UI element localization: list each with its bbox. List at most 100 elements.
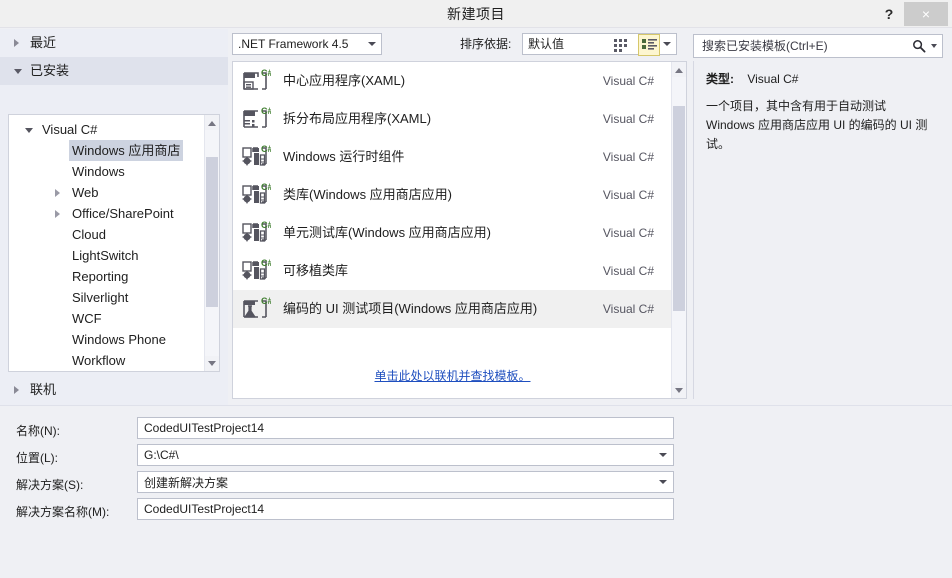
template-language: Visual C# [602, 150, 654, 164]
template-list-item[interactable]: C# 中心应用程序(XAML) Visual C# [233, 62, 672, 100]
chevron-down-icon [663, 42, 671, 46]
template-language: Visual C# [602, 226, 654, 240]
sidebar-item-web[interactable]: Web [9, 182, 205, 203]
template-name: 单元测试库(Windows 应用商店应用) [283, 225, 492, 240]
template-name: 类库(Windows 应用商店应用) [283, 187, 453, 202]
sidebar-item-label: LightSwitch [72, 248, 139, 263]
small-icons-view-icon[interactable] [610, 34, 632, 56]
sidebar-item-silverlight[interactable]: Silverlight [9, 287, 205, 308]
chevron-down-icon[interactable] [931, 44, 937, 48]
svg-text:C#: C# [261, 220, 271, 230]
sidebar-item-label: Web [72, 185, 99, 200]
search-input[interactable] [700, 35, 910, 57]
template-name: 可移植类库 [283, 263, 349, 278]
template-name: 中心应用程序(XAML) [283, 73, 406, 88]
sidebar-item-label: Cloud [72, 227, 106, 242]
title-bar: 新建项目 ? × [0, 0, 952, 28]
template-language: Visual C# [602, 112, 654, 126]
template-list-item[interactable]: C# Windows 运行时组件 Visual C# [233, 138, 672, 176]
category-tree: Visual C# Windows 应用商店 Windows Web Office/Sh… [8, 114, 220, 372]
template-list-item[interactable]: C# 拆分布局应用程序(XAML) Visual C# [233, 100, 672, 138]
template-list-item[interactable]: C# 单元测试库(Windows 应用商店应用) Visual C# [233, 214, 672, 252]
list-view-icon[interactable] [638, 34, 660, 56]
template-language: Visual C# [602, 302, 654, 316]
component-icon: C# [241, 181, 273, 209]
template-type-value: Visual C# [747, 72, 799, 86]
search-icon [912, 39, 926, 53]
template-list-item[interactable]: C# 类库(Windows 应用商店应用) Visual C# [233, 176, 672, 214]
location-label: 位置(L): [16, 451, 59, 465]
sidebar-item-cloud[interactable]: Cloud [9, 224, 205, 245]
sidebar-section-installed-label: 已安装 [30, 63, 70, 78]
dialog-title: 新建项目 [447, 6, 505, 22]
category-tree-scrollbar[interactable] [204, 115, 219, 371]
template-language: Visual C# [602, 74, 654, 88]
solution-label: 解决方案(S): [16, 478, 84, 492]
close-button[interactable]: × [904, 2, 948, 26]
flask-test-icon: C# [241, 295, 273, 323]
solution-field[interactable] [137, 471, 674, 493]
template-list-scrollbar[interactable] [671, 62, 686, 398]
sidebar-item-lightswitch[interactable]: LightSwitch [9, 245, 205, 266]
name-field[interactable] [137, 417, 674, 439]
template-list-item[interactable]: C# 可移植类库 Visual C# [233, 252, 672, 290]
solution-name-field[interactable] [137, 498, 674, 520]
svg-text:C#: C# [261, 182, 271, 192]
sidebar-section-installed[interactable]: 已安装 [0, 57, 228, 85]
scrollbar-thumb[interactable] [206, 157, 218, 307]
help-button[interactable]: ? [878, 3, 900, 25]
search-box[interactable] [693, 34, 943, 58]
template-type-row: 类型: Visual C# [706, 70, 798, 87]
chevron-down-icon[interactable] [25, 127, 33, 133]
framework-dropdown[interactable]: .NET Framework 4.5 [232, 33, 382, 55]
location-input[interactable] [142, 445, 651, 465]
svg-text:C#: C# [261, 258, 271, 268]
chevron-right-icon[interactable] [55, 209, 60, 218]
template-list-item[interactable]: C# 编码的 UI 测试项目(Windows 应用商店应用) Visual C# [233, 290, 672, 328]
framework-dropdown-value: .NET Framework 4.5 [238, 37, 349, 51]
chevron-down-icon[interactable] [659, 453, 667, 457]
split-app-icon: C# [241, 105, 273, 133]
sidebar-item-visual-c[interactable]: Visual C# [9, 119, 205, 140]
svg-text:C#: C# [261, 106, 271, 116]
name-input[interactable] [142, 418, 669, 438]
scroll-up-arrow-icon[interactable] [672, 62, 686, 77]
sidebar-item-wcf[interactable]: WCF [9, 308, 205, 329]
sidebar-item-windows[interactable]: Windows 应用商店 [9, 140, 205, 161]
new-project-dialog: 新建项目 ? × 最近 已安装 Visual C# Windows 应用商店 Win… [0, 0, 952, 578]
chevron-right-icon [14, 386, 19, 394]
sidebar-section-online-label: 联机 [30, 382, 57, 397]
component-icon: C# [241, 257, 273, 285]
find-templates-online-link[interactable]: 单击此处以联机并查找模板。 [233, 367, 672, 384]
sidebar-item-label: WCF [72, 311, 102, 326]
sidebar-section-recent-label: 最近 [30, 35, 57, 50]
chevron-right-icon[interactable] [55, 188, 60, 197]
chevron-down-icon[interactable] [659, 480, 667, 484]
sidebar-item-windows-phone[interactable]: Windows Phone [9, 329, 205, 350]
template-language: Visual C# [602, 188, 654, 202]
sidebar-item-windows[interactable]: Windows [9, 161, 205, 182]
sidebar-item-label: 测试 [69, 371, 101, 372]
template-toolbar: .NET Framework 4.5 排序依据: 默认值 [232, 33, 687, 57]
sidebar-section-recent[interactable]: 最近 [0, 29, 228, 57]
sidebar-item-label: Office/SharePoint [72, 206, 174, 221]
sidebar-item-label: Workflow [72, 353, 126, 368]
sidebar-item-label: Windows [72, 164, 125, 179]
sidebar-item-label: Reporting [72, 269, 129, 284]
sidebar-item-reporting[interactable]: Reporting [9, 266, 205, 287]
template-name: 编码的 UI 测试项目(Windows 应用商店应用) [283, 301, 538, 316]
project-form: 名称(N): 位置(L): 解决方案(S): 解决方案名称(M): 浏览(B).… [0, 405, 952, 578]
solution-input[interactable] [142, 472, 651, 492]
template-list-items: C# 中心应用程序(XAML) Visual C# C# 拆分布局应用程序(XAML) V… [233, 62, 672, 328]
scrollbar-thumb[interactable] [673, 106, 685, 311]
scroll-down-arrow-icon[interactable] [672, 383, 686, 398]
sidebar-item-[interactable]: 测试 [9, 371, 205, 372]
sidebar-item-workflow[interactable]: Workflow [9, 350, 205, 371]
location-field[interactable] [137, 444, 674, 466]
scroll-down-arrow-icon[interactable] [205, 356, 219, 371]
scroll-up-arrow-icon[interactable] [205, 115, 219, 130]
sidebar-section-online[interactable]: 联机 [0, 376, 228, 404]
sidebar-item-office-sharepoint[interactable]: Office/SharePoint [9, 203, 205, 224]
sort-by-label: 排序依据: [460, 37, 512, 51]
solution-name-input[interactable] [142, 499, 669, 519]
